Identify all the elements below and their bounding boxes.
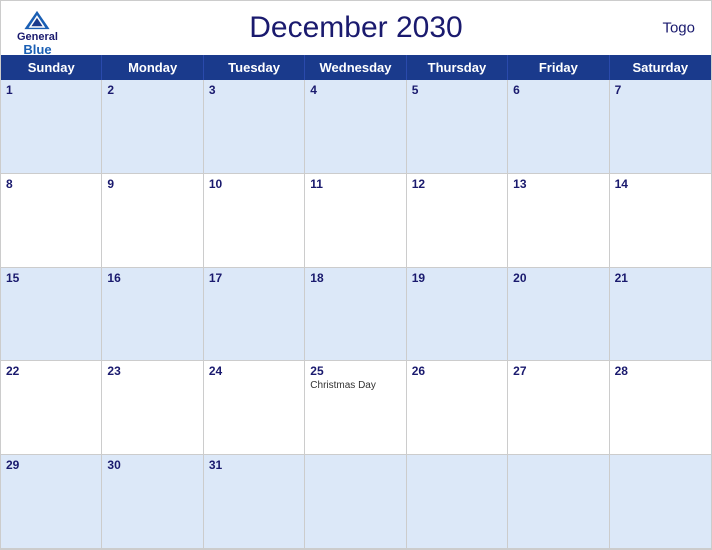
date-number: 24 xyxy=(209,364,299,378)
date-number: 26 xyxy=(412,364,502,378)
calendar-cell: 20 xyxy=(508,268,609,362)
calendar-cell: 4 xyxy=(305,80,406,174)
calendar-cell: 17 xyxy=(204,268,305,362)
calendar-cell: 14 xyxy=(610,174,711,268)
calendar-cell xyxy=(610,455,711,549)
calendar-cell: 19 xyxy=(407,268,508,362)
country-label: Togo xyxy=(662,20,695,37)
calendar-cell xyxy=(407,455,508,549)
date-number: 14 xyxy=(615,177,706,191)
logo-area: General Blue xyxy=(17,9,58,56)
calendar-cell: 16 xyxy=(102,268,203,362)
date-number: 25 xyxy=(310,364,400,378)
event-label: Christmas Day xyxy=(310,380,400,391)
calendar-cell: 22 xyxy=(1,361,102,455)
date-number: 12 xyxy=(412,177,502,191)
logo-blue: Blue xyxy=(23,43,51,56)
calendar-cell: 12 xyxy=(407,174,508,268)
calendar-cell: 21 xyxy=(610,268,711,362)
date-number: 20 xyxy=(513,271,603,285)
calendar-cell: 5 xyxy=(407,80,508,174)
calendar-wrapper: General Blue December 2030 Togo Sunday M… xyxy=(0,0,712,550)
date-number: 13 xyxy=(513,177,603,191)
day-sunday: Sunday xyxy=(1,55,102,80)
calendar-cell: 18 xyxy=(305,268,406,362)
calendar-cell: 29 xyxy=(1,455,102,549)
date-number: 2 xyxy=(107,83,197,97)
date-number: 27 xyxy=(513,364,603,378)
calendar-cell: 13 xyxy=(508,174,609,268)
date-number: 5 xyxy=(412,83,502,97)
calendar-cell: 9 xyxy=(102,174,203,268)
date-number: 17 xyxy=(209,271,299,285)
date-number: 1 xyxy=(6,83,96,97)
date-number: 4 xyxy=(310,83,400,97)
date-number: 30 xyxy=(107,458,197,472)
date-number: 18 xyxy=(310,271,400,285)
day-monday: Monday xyxy=(102,55,203,80)
calendar-cell: 6 xyxy=(508,80,609,174)
calendar-cell: 25 Christmas Day xyxy=(305,361,406,455)
date-number: 15 xyxy=(6,271,96,285)
date-number: 7 xyxy=(615,83,706,97)
date-number: 22 xyxy=(6,364,96,378)
calendar-cell: 30 xyxy=(102,455,203,549)
calendar-cell: 26 xyxy=(407,361,508,455)
date-number: 19 xyxy=(412,271,502,285)
date-number: 6 xyxy=(513,83,603,97)
calendar-cell: 7 xyxy=(610,80,711,174)
calendar-cell xyxy=(508,455,609,549)
date-number: 10 xyxy=(209,177,299,191)
calendar-cell: 24 xyxy=(204,361,305,455)
date-number: 3 xyxy=(209,83,299,97)
calendar-cell: 28 xyxy=(610,361,711,455)
date-number: 11 xyxy=(310,177,400,191)
calendar-cell: 31 xyxy=(204,455,305,549)
calendar-cell: 1 xyxy=(1,80,102,174)
day-saturday: Saturday xyxy=(610,55,711,80)
calendar-cell: 23 xyxy=(102,361,203,455)
date-number: 21 xyxy=(615,271,706,285)
date-number: 31 xyxy=(209,458,299,472)
date-number: 9 xyxy=(107,177,197,191)
days-header: Sunday Monday Tuesday Wednesday Thursday… xyxy=(1,55,711,80)
calendar-header: General Blue December 2030 Togo xyxy=(1,1,711,55)
calendar-cell: 10 xyxy=(204,174,305,268)
calendar-title: December 2030 xyxy=(249,11,462,45)
day-wednesday: Wednesday xyxy=(305,55,406,80)
calendar-cell: 11 xyxy=(305,174,406,268)
logo-icon xyxy=(23,9,51,31)
date-number: 28 xyxy=(615,364,706,378)
date-number: 23 xyxy=(107,364,197,378)
day-thursday: Thursday xyxy=(407,55,508,80)
day-friday: Friday xyxy=(508,55,609,80)
calendar-cell: 15 xyxy=(1,268,102,362)
calendar-grid: 1234567891011121314151617181920212223242… xyxy=(1,80,711,549)
date-number: 29 xyxy=(6,458,96,472)
calendar-cell: 3 xyxy=(204,80,305,174)
calendar-cell: 8 xyxy=(1,174,102,268)
date-number: 16 xyxy=(107,271,197,285)
day-tuesday: Tuesday xyxy=(204,55,305,80)
calendar-cell: 27 xyxy=(508,361,609,455)
calendar-cell: 2 xyxy=(102,80,203,174)
date-number: 8 xyxy=(6,177,96,191)
calendar-cell xyxy=(305,455,406,549)
